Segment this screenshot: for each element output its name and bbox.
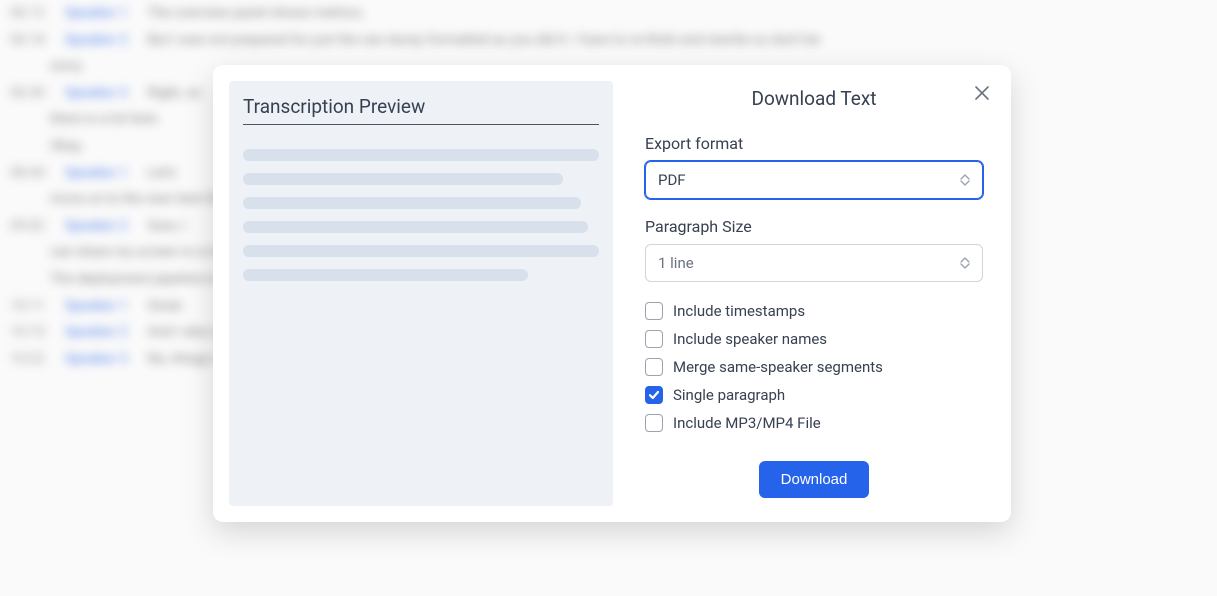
download-button[interactable]: Download xyxy=(759,461,870,498)
modal-title: Download Text xyxy=(645,87,983,110)
option-timestamps[interactable]: Include timestamps xyxy=(645,302,983,320)
skeleton-line xyxy=(243,221,588,233)
paragraph-size-select[interactable]: 1 line xyxy=(645,244,983,282)
option-label: Include timestamps xyxy=(673,302,805,320)
close-icon xyxy=(975,85,989,104)
option-label: Single paragraph xyxy=(673,386,785,404)
export-options: Include timestamps Include speaker names M… xyxy=(645,302,983,432)
paragraph-size-label: Paragraph Size xyxy=(645,217,983,236)
checkbox-icon xyxy=(645,414,663,432)
preview-title: Transcription Preview xyxy=(243,95,599,125)
checkbox-icon xyxy=(645,358,663,376)
paragraph-size-value: 1 line xyxy=(658,254,694,272)
skeleton-line xyxy=(243,245,599,257)
download-form: Download Text Export format PDF Paragrap… xyxy=(613,65,1011,522)
option-speaker_names[interactable]: Include speaker names xyxy=(645,330,983,348)
checkbox-icon xyxy=(645,302,663,320)
skeleton-line xyxy=(243,173,563,185)
skeleton-line xyxy=(243,149,599,161)
chevron-up-down-icon xyxy=(960,174,970,186)
chevron-up-down-icon xyxy=(960,257,970,269)
download-text-modal: Transcription Preview Download Text Expo… xyxy=(213,65,1011,522)
export-format-select[interactable]: PDF xyxy=(645,161,983,199)
transcription-preview-pane: Transcription Preview xyxy=(229,81,613,506)
option-include_media[interactable]: Include MP3/MP4 File xyxy=(645,414,983,432)
skeleton-line xyxy=(243,197,581,209)
close-button[interactable] xyxy=(973,85,991,103)
option-merge_segments[interactable]: Merge same-speaker segments xyxy=(645,358,983,376)
export-format-label: Export format xyxy=(645,134,983,153)
checkbox-icon xyxy=(645,330,663,348)
option-label: Include MP3/MP4 File xyxy=(673,414,821,432)
option-single_paragraph[interactable]: Single paragraph xyxy=(645,386,983,404)
skeleton-line xyxy=(243,269,528,281)
export-format-value: PDF xyxy=(658,171,686,189)
option-label: Merge same-speaker segments xyxy=(673,358,883,376)
checkbox-icon xyxy=(645,386,663,404)
option-label: Include speaker names xyxy=(673,330,827,348)
